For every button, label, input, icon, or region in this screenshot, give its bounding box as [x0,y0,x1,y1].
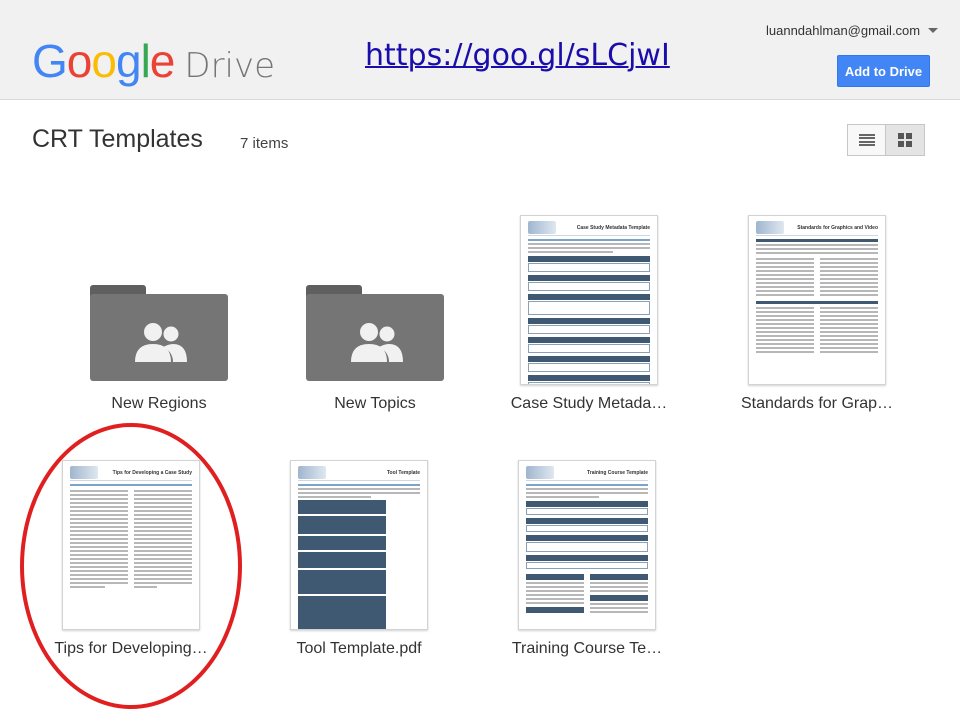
pdf-preview: Tool Template [290,460,428,630]
grid-item-tips-for-developing[interactable]: Tips for Developing a Case Study Tips fo… [28,460,234,658]
people-icon [351,323,403,362]
pdf-preview: Training Course Template [518,460,656,630]
account-menu[interactable]: luanndahlman@gmail.com [766,23,939,38]
grid-item-new-topics[interactable]: New Topics [272,215,478,413]
list-view-button[interactable] [847,124,886,156]
account-email: luanndahlman@gmail.com [766,23,921,38]
item-thumbnail: Training Course Template [484,460,690,630]
item-thumbnail: Tool Template [256,460,462,630]
document-logo [70,466,98,479]
grid-view-button[interactable] [886,124,925,156]
grid-item-tool-template[interactable]: Tool Template Tool Template.pdf [256,460,462,658]
pdf-preview: Tips for Developing a Case Study [62,460,200,630]
item-thumbnail: Case Study Metadata Template [486,215,692,385]
page-title: CRT Templates [32,125,203,153]
grid-item-new-regions[interactable]: New Regions [56,215,262,413]
document-logo [298,466,326,479]
document-logo [528,221,556,234]
grid-item-training-course-template[interactable]: Training Course Template Training Course… [484,460,690,658]
view-toggle [847,124,925,156]
short-link[interactable]: https://goo.gl/sLCjwI [365,38,670,73]
grid-item-case-study-metadata[interactable]: Case Study Metadata Template Case Study … [486,215,692,413]
item-thumbnail: Standards for Graphics and Video [714,215,920,385]
item-name: Tool Template.pdf [296,640,422,657]
preview-title: Tips for Developing a Case Study [112,469,192,476]
shared-folder-icon [90,285,228,381]
preview-title: Training Course Template [586,469,648,476]
add-to-drive-button[interactable]: Add to Drive [837,55,930,87]
item-name: New Regions [111,395,207,412]
item-thumbnail [272,215,478,385]
preview-title: Tool Template [386,469,420,476]
item-name: Tips for Developing… [54,640,208,657]
pdf-preview: Case Study Metadata Template [520,215,658,385]
chevron-down-icon [928,28,939,33]
people-icon [135,323,187,362]
shared-folder-icon [306,285,444,381]
grid-item-standards-for-graphics[interactable]: Standards for Graphics and Video Standar… [714,215,920,413]
google-wordmark: Google [32,35,175,87]
item-thumbnail [56,215,262,385]
item-name: Case Study Metada… [510,395,668,412]
grid-view-icon [898,133,912,147]
preview-title: Case Study Metadata Template [576,224,650,231]
item-name: Standards for Grap… [740,395,894,412]
drive-wordmark: Drive [184,46,276,86]
list-view-icon [858,134,875,146]
document-logo [756,221,784,234]
top-bar: Google Drive https://goo.gl/sLCjwI luann… [0,0,960,100]
item-thumbnail: Tips for Developing a Case Study [28,460,234,630]
pdf-preview: Standards for Graphics and Video [748,215,886,385]
item-count: 7 items [240,135,289,152]
item-name: Training Course Te… [511,640,663,657]
google-drive-logo[interactable]: Google Drive [32,34,275,87]
preview-title: Standards for Graphics and Video [797,224,878,231]
item-name: New Topics [334,395,416,412]
document-logo [526,466,554,479]
